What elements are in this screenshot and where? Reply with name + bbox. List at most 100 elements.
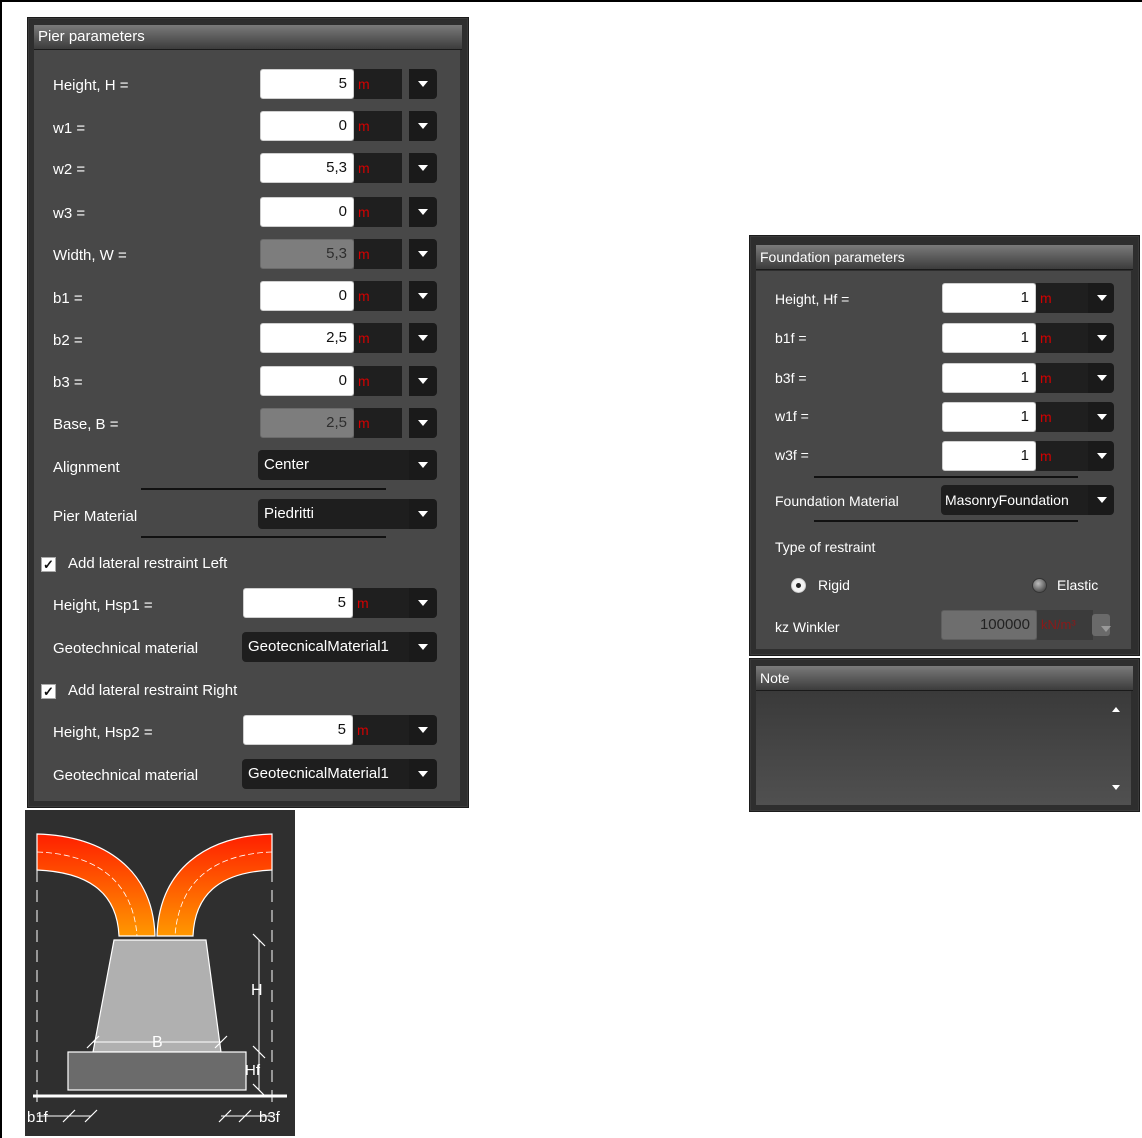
b3-label: b3 = xyxy=(53,374,83,391)
hf-input[interactable]: 1 xyxy=(942,283,1036,313)
hsp2-unit: m xyxy=(353,715,409,745)
diagram-label-h: H xyxy=(251,982,263,999)
b1-unit: m xyxy=(354,281,402,311)
elastic-radio[interactable] xyxy=(1032,578,1047,593)
width-input: 5,3 xyxy=(260,239,354,269)
pier-separator-1 xyxy=(141,488,386,490)
foundation-material-select[interactable]: MasonryFoundation xyxy=(941,485,1089,515)
b3-unit-dropdown[interactable] xyxy=(409,366,437,396)
b3-unit: m xyxy=(354,366,402,396)
w3-unit: m xyxy=(354,197,402,227)
height-unit: m xyxy=(354,69,402,99)
note-scroll-down-icon[interactable] xyxy=(1112,785,1120,790)
pier-material-dropdown[interactable] xyxy=(409,499,437,529)
kz-winkler-input: 100000 xyxy=(941,610,1037,640)
hsp1-unit-dropdown[interactable] xyxy=(409,588,437,618)
b1-label: b1 = xyxy=(53,290,83,307)
w1f-label: w1f = xyxy=(775,408,809,424)
w3f-label: w3f = xyxy=(775,447,809,463)
restraint-right-label[interactable]: Add lateral restraint Right xyxy=(68,682,237,699)
rigid-radio[interactable] xyxy=(791,578,806,593)
base-unit-dropdown[interactable] xyxy=(409,408,437,438)
geo2-label: Geotechnical material xyxy=(53,767,199,784)
w3-input[interactable]: 0 xyxy=(260,197,354,227)
w3-unit-dropdown[interactable] xyxy=(409,197,437,227)
hf-label: Height, Hf = xyxy=(775,291,850,307)
b3f-input[interactable]: 1 xyxy=(942,363,1036,393)
kz-winkler-dropdown xyxy=(1092,614,1111,636)
w3f-input[interactable]: 1 xyxy=(942,441,1036,471)
kz-winkler-unit: kN/m³ xyxy=(1037,610,1093,640)
diagram-label-hf: Hf xyxy=(245,1062,260,1079)
width-label: Width, W = xyxy=(53,247,127,264)
hsp1-label: Height, Hsp1 = xyxy=(53,597,153,614)
foundation-parameters-panel: Foundation parameters Height, Hf = 1 m b… xyxy=(749,235,1140,656)
b1f-unit-dropdown[interactable] xyxy=(1088,323,1114,353)
rigid-label[interactable]: Rigid xyxy=(818,577,850,593)
restraint-type-label: Type of restraint xyxy=(775,539,876,555)
base-input: 2,5 xyxy=(260,408,354,438)
w3-label: w3 = xyxy=(53,205,86,222)
geo2-select[interactable]: GeotecnicalMaterial1 xyxy=(242,759,409,789)
right-arch-shape xyxy=(156,833,273,937)
b1-input[interactable]: 0 xyxy=(260,281,354,311)
pier-panel-title: Pier parameters xyxy=(34,25,462,50)
hsp1-unit: m xyxy=(353,588,409,618)
geo2-dropdown[interactable] xyxy=(409,759,437,789)
diagram-label-b3f: b3f xyxy=(259,1109,280,1126)
w1-unit-dropdown[interactable] xyxy=(409,111,437,141)
geo1-select[interactable]: GeotecnicalMaterial1 xyxy=(242,632,409,662)
note-scroll-up-icon[interactable] xyxy=(1112,707,1120,712)
frame-top-border xyxy=(0,0,1142,2)
foundation-material-label: Foundation Material xyxy=(775,493,899,509)
w1f-unit: m xyxy=(1036,402,1092,432)
height-input[interactable]: 5 xyxy=(260,69,354,99)
w1-label: w1 = xyxy=(53,120,86,137)
diagram-label-b: B xyxy=(152,1034,163,1051)
base-unit: m xyxy=(354,408,402,438)
w1-input[interactable]: 0 xyxy=(260,111,354,141)
b1-unit-dropdown[interactable] xyxy=(409,281,437,311)
height-unit-dropdown[interactable] xyxy=(409,69,437,99)
elastic-label[interactable]: Elastic xyxy=(1057,577,1098,593)
foundation-material-dropdown[interactable] xyxy=(1088,485,1114,515)
hf-unit-dropdown[interactable] xyxy=(1088,283,1114,313)
height-label: Height, H = xyxy=(53,77,129,94)
alignment-select[interactable]: Center xyxy=(258,450,409,480)
b2-input[interactable]: 2,5 xyxy=(260,323,354,353)
w1f-unit-dropdown[interactable] xyxy=(1088,402,1114,432)
alignment-dropdown[interactable] xyxy=(409,450,437,480)
w2-unit-dropdown[interactable] xyxy=(409,153,437,183)
b3f-unit: m xyxy=(1036,363,1092,393)
foundation-shape xyxy=(67,1051,247,1091)
w1f-input[interactable]: 1 xyxy=(942,402,1036,432)
w3f-unit-dropdown[interactable] xyxy=(1088,441,1114,471)
b3-input[interactable]: 0 xyxy=(260,366,354,396)
restraint-left-checkbox[interactable]: ✓ xyxy=(41,557,56,572)
note-textarea[interactable] xyxy=(756,691,1131,805)
b3f-label: b3f = xyxy=(775,370,807,386)
b2-unit: m xyxy=(354,323,402,353)
foundation-panel-title: Foundation parameters xyxy=(756,245,1133,270)
b1f-unit: m xyxy=(1036,323,1092,353)
pier-diagram-svg xyxy=(33,833,287,1123)
diagram-label-b1f: b1f xyxy=(27,1109,48,1126)
pier-separator-2 xyxy=(141,536,386,538)
hsp1-input[interactable]: 5 xyxy=(243,588,353,618)
b3f-unit-dropdown[interactable] xyxy=(1088,363,1114,393)
geo1-dropdown[interactable] xyxy=(409,632,437,662)
b2-unit-dropdown[interactable] xyxy=(409,323,437,353)
w2-unit: m xyxy=(354,153,402,183)
restraint-right-checkbox[interactable]: ✓ xyxy=(41,684,56,699)
width-unit-dropdown[interactable] xyxy=(409,239,437,269)
w2-input[interactable]: 5,3 xyxy=(260,153,354,183)
hsp2-input[interactable]: 5 xyxy=(243,715,353,745)
w2-label: w2 = xyxy=(53,161,86,178)
b1f-input[interactable]: 1 xyxy=(942,323,1036,353)
note-panel-title: Note xyxy=(756,666,1133,691)
b1f-label: b1f = xyxy=(775,330,807,346)
restraint-left-label[interactable]: Add lateral restraint Left xyxy=(68,555,227,572)
hsp2-unit-dropdown[interactable] xyxy=(409,715,437,745)
pier-material-select[interactable]: Piedritti xyxy=(258,499,409,529)
b2-label: b2 = xyxy=(53,332,83,349)
